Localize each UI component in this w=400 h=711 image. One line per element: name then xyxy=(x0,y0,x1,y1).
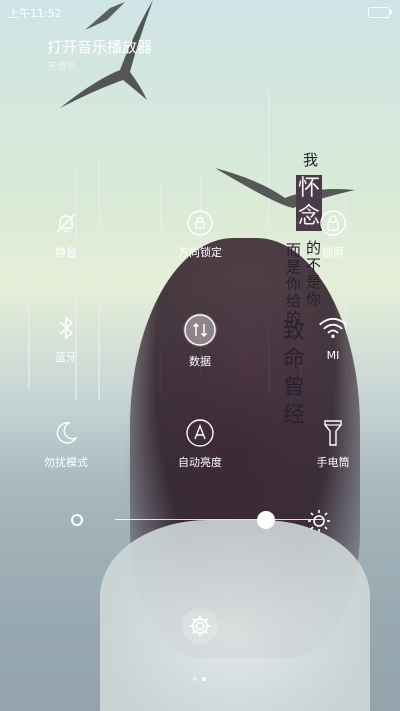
toggle-mobile-data[interactable]: 数据 xyxy=(160,313,240,369)
auto-brightness-icon xyxy=(185,418,215,448)
mute-bell-icon xyxy=(51,208,81,238)
page-dot-active[interactable] xyxy=(202,677,206,681)
toggle-label: 手电筒 xyxy=(316,456,350,469)
lock-screen-icon xyxy=(318,208,348,238)
clock: 上午11:52 xyxy=(8,7,62,20)
toggle-auto-brightness[interactable]: 自动亮度 xyxy=(160,418,240,470)
gear-icon xyxy=(190,616,210,636)
page-indicator xyxy=(193,677,206,681)
brightness-high-icon xyxy=(308,510,330,532)
toggle-label: 勿扰模式 xyxy=(44,456,88,469)
status-bar: 上午11:52 xyxy=(0,0,400,24)
brightness-low-icon xyxy=(71,514,83,526)
settings-button[interactable] xyxy=(182,608,218,644)
mobile-data-icon xyxy=(183,313,217,347)
toggle-label: 静音 xyxy=(55,246,77,259)
music-title[interactable]: 打开音乐播放器 xyxy=(47,36,152,57)
toggle-mute[interactable]: 静音 xyxy=(26,208,106,260)
poem-char: 你 xyxy=(306,290,322,308)
toggle-rotation-lock[interactable]: 方向锁定 xyxy=(160,208,240,260)
moon-icon xyxy=(51,418,81,448)
brightness-slider[interactable] xyxy=(65,505,345,535)
slider-thumb[interactable] xyxy=(257,511,276,529)
toggle-wifi[interactable]: MI xyxy=(293,313,373,362)
rotation-lock-icon xyxy=(185,208,215,238)
wallpaper-mast xyxy=(75,170,77,400)
bluetooth-icon xyxy=(51,313,81,343)
toggle-flashlight[interactable]: 手电筒 xyxy=(293,418,373,470)
toggle-lock-screen[interactable]: 锁屏 xyxy=(293,208,373,260)
poem-column: 我 xyxy=(303,152,318,169)
toggle-label: MI xyxy=(326,349,340,362)
poem-char: 曾 xyxy=(283,375,306,400)
music-subtitle: 无音乐 xyxy=(47,62,77,73)
poem-char: 我 xyxy=(303,151,319,169)
toggle-bluetooth[interactable]: 蓝牙 xyxy=(26,313,106,365)
battery-icon xyxy=(368,7,392,18)
poem-char: 你 xyxy=(286,275,302,293)
toggle-label: 锁屏 xyxy=(322,246,344,259)
toggle-label: 方向锁定 xyxy=(178,246,222,259)
flashlight-icon xyxy=(318,418,348,448)
slider-track[interactable] xyxy=(115,519,325,520)
page-dot[interactable] xyxy=(193,677,197,681)
toggle-label: 蓝牙 xyxy=(55,351,77,364)
toggle-do-not-disturb[interactable]: 勿扰模式 xyxy=(26,418,106,470)
poem-char: 怀 xyxy=(296,175,323,203)
poem-char: 是 xyxy=(306,273,322,291)
poem-char: 是 xyxy=(286,258,302,276)
wallpaper-figure xyxy=(100,520,370,711)
poem-char: 给 xyxy=(286,292,302,310)
toggle-label: 数据 xyxy=(189,355,211,368)
toggle-label: 自动亮度 xyxy=(178,456,222,469)
wifi-icon xyxy=(318,313,348,343)
